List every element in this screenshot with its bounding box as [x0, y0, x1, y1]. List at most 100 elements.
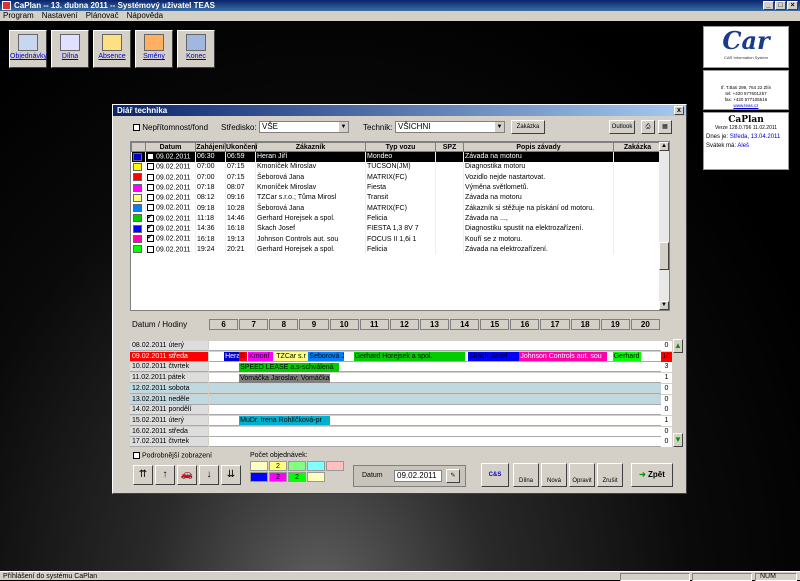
day-row[interactable]: [209, 426, 661, 437]
table-row[interactable]: 09.02.2011 09:18 10:28 Šeborová Jana MATRIX(…: [131, 202, 662, 214]
column-header[interactable]: Popis závady: [463, 142, 614, 152]
minimize-button[interactable]: _: [763, 1, 774, 10]
day-row[interactable]: [209, 341, 661, 351]
up-arrow-icon[interactable]: ↑: [155, 465, 175, 485]
scroll-up-icon[interactable]: ▲: [659, 142, 669, 151]
row-checkbox[interactable]: [147, 234, 154, 243]
timeline-bar[interactable]: Gerhard Horejsek a spol.: [353, 352, 466, 362]
table-row[interactable]: 09.02.2011 08:12 09:16 TZCar s.r.o.; Tůma M…: [131, 192, 662, 203]
day-label[interactable]: 08.02.2011 úterý: [130, 341, 208, 351]
day-row[interactable]: [209, 437, 661, 448]
table-row[interactable]: 09.02.2011 19:24 20:21 Gerhard Horejsek a s…: [131, 244, 662, 255]
day-row[interactable]: [209, 405, 661, 416]
day-label[interactable]: 14.02.2011 pondělí: [130, 405, 208, 416]
date-input[interactable]: 09.02.2011: [394, 470, 442, 482]
table-row[interactable]: 09.02.2011 07:00 07:15 Kmoníček Miroslav TUC…: [131, 161, 662, 173]
timeline-bar[interactable]: Š: [239, 352, 247, 362]
technik-select[interactable]: VŠICHNI ▼: [395, 121, 505, 133]
row-checkbox[interactable]: [147, 213, 154, 222]
outlook-button[interactable]: Outlook: [609, 120, 635, 134]
scroll-thumb[interactable]: [659, 242, 669, 270]
column-header[interactable]: Zakázka: [613, 142, 662, 152]
car-service-button[interactable]: C&S: [481, 463, 509, 487]
toolbar-absence-button[interactable]: Absence: [93, 30, 131, 68]
print-button[interactable]: ⎙: [641, 120, 655, 134]
row-checkbox[interactable]: [147, 194, 154, 202]
table-scrollbar[interactable]: ▲ ▼: [659, 142, 669, 310]
zakazka-button[interactable]: Zakázka: [511, 120, 545, 134]
row-checkbox[interactable]: [147, 224, 154, 233]
day-label[interactable]: 10.02.2011 čtvrtek: [130, 362, 208, 373]
row-checkbox[interactable]: [147, 163, 154, 171]
menu-nastaveni[interactable]: Nastavení: [42, 11, 78, 21]
row-checkbox[interactable]: [147, 245, 154, 253]
day-label[interactable]: 13.02.2011 neděle: [130, 394, 208, 405]
nepritomnost-checkbox[interactable]: [133, 124, 140, 132]
toolbar-objednávky-button[interactable]: Objednávky: [9, 30, 47, 68]
day-label[interactable]: 17.02.2011 čtvrtek: [130, 437, 208, 448]
zrusit-button[interactable]: Zrušit: [597, 463, 623, 487]
zpet-button[interactable]: ➜ Zpět: [631, 463, 673, 487]
day-label[interactable]: 16.02.2011 středa: [130, 426, 208, 437]
column-header[interactable]: Zahájení: [195, 142, 226, 152]
column-header[interactable]: SPZ: [435, 142, 464, 152]
day-row[interactable]: [209, 394, 661, 405]
scroll-up-icon[interactable]: ▲: [673, 339, 683, 353]
table-row[interactable]: 09.02.2011 07:00 07:15 Šeborová Jana MATRIX(…: [131, 172, 662, 183]
table-row[interactable]: 09.02.2011 14:3616:18Škach JosefFIESTA 1,…: [131, 223, 662, 234]
opravit-button[interactable]: Opravit: [569, 463, 595, 487]
column-header[interactable]: Datum: [145, 142, 196, 152]
timeline-bar[interactable]: SPEED LEASE a.s-schválená: [239, 362, 339, 372]
column-header[interactable]: Typ vozu: [365, 142, 436, 152]
row-checkbox[interactable]: [147, 204, 154, 212]
dilna-button[interactable]: Dílna: [513, 463, 539, 487]
row-date: 09.02.2011: [145, 182, 196, 193]
column-header[interactable]: Ukončení: [225, 142, 258, 152]
toolbar-konec-button[interactable]: Konec: [177, 30, 215, 68]
stredisko-select[interactable]: VŠE ▼: [259, 121, 349, 133]
maximize-button[interactable]: □: [775, 1, 786, 10]
scroll-down-icon[interactable]: ▼: [659, 301, 669, 310]
table-row[interactable]: 09.02.2011 07:18 08:07 Kmoníček Miroslav Fie…: [131, 182, 662, 193]
row-checkbox[interactable]: [147, 173, 154, 181]
menu-planovac[interactable]: Plánovač: [86, 11, 119, 21]
day-label[interactable]: 12.02.2011 sobota: [130, 383, 208, 394]
menu-program[interactable]: Program: [3, 11, 34, 21]
day-label[interactable]: 15.02.2011 úterý: [130, 415, 208, 426]
day-label[interactable]: 11.02.2011 pátek: [130, 373, 208, 384]
timeline-bar[interactable]: Kmoní: [248, 352, 273, 362]
hour-header: 10: [329, 319, 359, 330]
timeline-bar[interactable]: Vomáčka Jaroslav; Vomáčka: [239, 373, 330, 383]
timeline-bar[interactable]: TZCar s.r: [275, 352, 308, 362]
timeline-bar[interactable]: Šeborová J: [308, 352, 344, 362]
dialog-close-button[interactable]: x: [674, 106, 684, 115]
car-icon[interactable]: 🚗: [177, 465, 197, 485]
timeline-bar[interactable]: MuDr. Irena Rohlíčková-pr: [239, 416, 330, 426]
table-row[interactable]: 09.02.2011 16:1819:13Johnson Controls aut…: [131, 233, 662, 245]
timeline-bar[interactable]: Johnson Controls aut. sou: [519, 352, 607, 362]
nova-button[interactable]: Nová: [541, 463, 567, 487]
table-row[interactable]: 09.02.2011 11:1814:46Gerhard Horejsek a s…: [131, 213, 662, 224]
export-button[interactable]: ▦: [658, 120, 672, 134]
row-date-text: 09.02.2011: [156, 173, 191, 181]
scroll-down-icon[interactable]: ▼: [673, 433, 683, 447]
menu-napoveda[interactable]: Nápověda: [127, 11, 163, 21]
company-web-link[interactable]: www.teas.cz: [704, 103, 788, 109]
calendar-button[interactable]: ✎: [446, 469, 460, 483]
table-row[interactable]: 09.02.2011 06:30 06:59 Heran Jiří Mondeo Záva…: [131, 151, 662, 162]
first-icon[interactable]: ⇈: [133, 465, 153, 485]
timeline-bar[interactable]: Škach Josef: [468, 352, 520, 362]
last-icon[interactable]: ⇊: [221, 465, 241, 485]
day-row[interactable]: [209, 383, 661, 394]
timeline-bar[interactable]: Gerhard: [612, 352, 642, 362]
column-header[interactable]: Zákazník: [255, 142, 366, 152]
down-arrow-icon[interactable]: ↓: [199, 465, 219, 485]
close-button[interactable]: ×: [787, 1, 798, 10]
day-label[interactable]: 09.02.2011 středa: [130, 351, 208, 362]
row-checkbox[interactable]: [147, 183, 154, 191]
timeline-bar[interactable]: Hera: [224, 352, 239, 362]
row-checkbox[interactable]: [147, 153, 154, 161]
detail-view-checkbox[interactable]: [133, 452, 140, 459]
toolbar-směny-button[interactable]: Směny: [135, 30, 173, 68]
toolbar-dílna-button[interactable]: Dílna: [51, 30, 89, 68]
